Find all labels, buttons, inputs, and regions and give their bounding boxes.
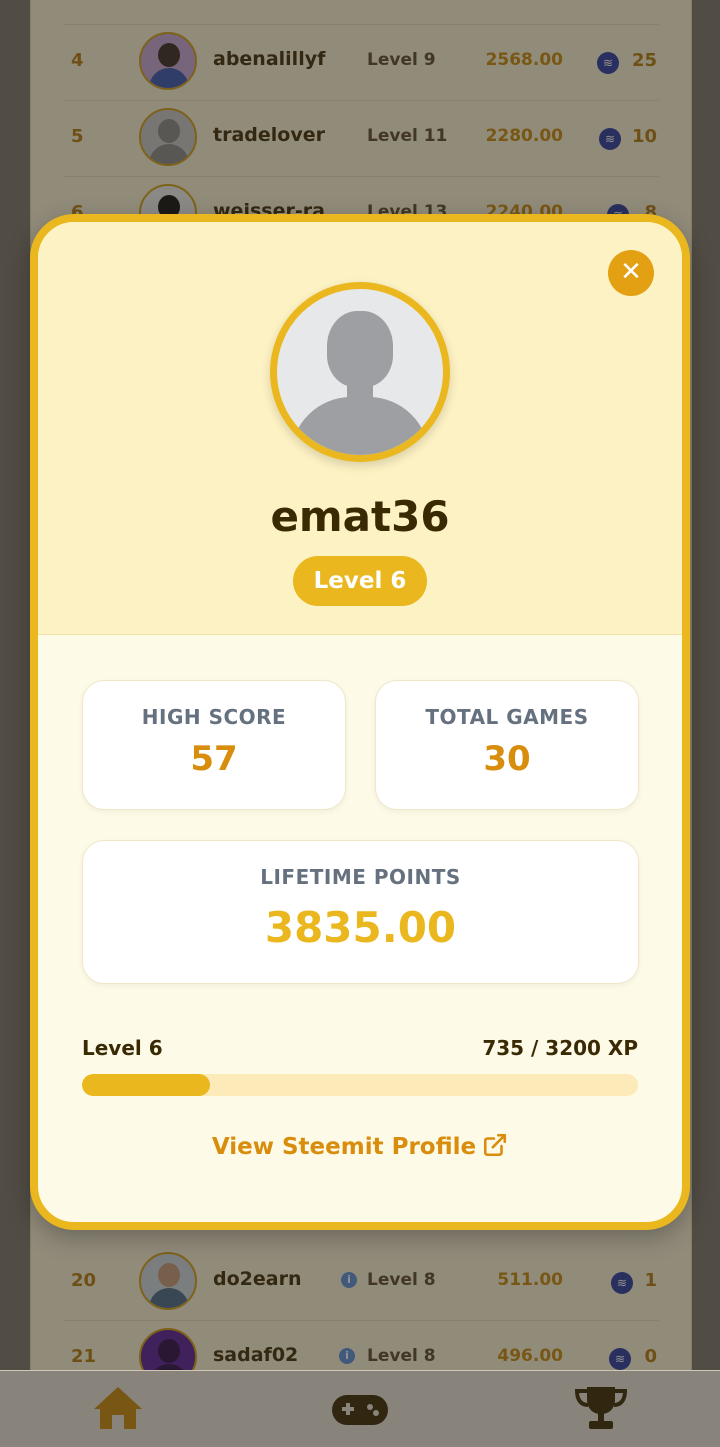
high-score-value: 57 [190,739,238,779]
xp-amount: 735 / 3200 XP [482,1036,638,1060]
xp-progress-fill [82,1074,210,1096]
high-score-label: HIGH SCORE [141,705,287,729]
total-games-label: TOTAL GAMES [425,705,589,729]
avatar [270,282,450,462]
external-link-icon [484,1133,507,1157]
high-score-card: HIGH SCORE 57 [82,680,346,810]
nav-backdrop [0,1371,720,1447]
lifetime-points-label: LIFETIME POINTS [260,865,461,889]
profile-link-label: View Steemit Profile [211,1134,477,1160]
level-badge: Level 6 [293,556,427,606]
profile-modal: ✕ emat36 Level 6 HIGH SCORE 57 TOTAL GAM… [30,214,690,1230]
view-steemit-profile-link[interactable]: View Steemit Profile [38,1132,682,1160]
bottom-nav [0,1370,720,1447]
total-games-card: TOTAL GAMES 30 [375,680,639,810]
close-icon[interactable]: ✕ [608,250,654,296]
lifetime-points-value: 3835.00 [264,903,457,952]
xp-progress-header: Level 6 735 / 3200 XP [82,1036,638,1064]
lifetime-points-card: LIFETIME POINTS 3835.00 [82,840,639,984]
total-games-value: 30 [483,739,531,779]
xp-progress-bar [82,1074,638,1096]
xp-level-label: Level 6 [82,1036,163,1060]
profile-username: emat36 [270,492,450,541]
